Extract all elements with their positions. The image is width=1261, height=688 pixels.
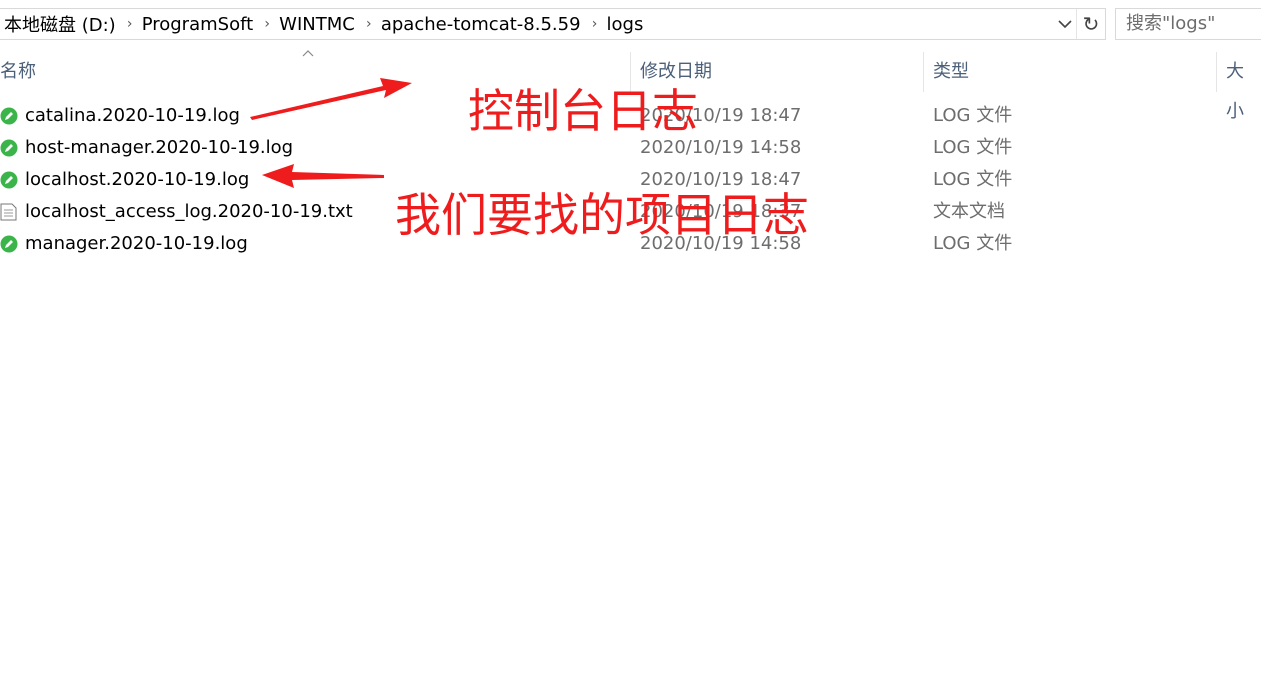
search-placeholder: 搜索"logs"	[1126, 13, 1216, 34]
file-type: LOG 文件	[933, 169, 1013, 190]
log-file-icon	[0, 107, 18, 125]
refresh-button[interactable]: ↻	[1076, 9, 1105, 39]
file-name: localhost.2020-10-19.log	[25, 169, 250, 190]
file-type: LOG 文件	[933, 105, 1013, 126]
log-file-icon	[0, 139, 18, 157]
file-name: catalina.2020-10-19.log	[25, 105, 240, 126]
sort-ascending-icon	[302, 50, 314, 57]
address-history-dropdown[interactable]	[1054, 9, 1076, 39]
address-bar[interactable]: 本地磁盘 (D:) › ProgramSoft › WINTMC › apach…	[0, 8, 1106, 40]
column-header-name[interactable]: 名称	[0, 52, 36, 92]
chevron-right-icon[interactable]: ›	[587, 16, 603, 32]
breadcrumb-drive[interactable]: 本地磁盘 (D:)	[4, 11, 122, 37]
file-type: LOG 文件	[933, 137, 1013, 158]
file-name: host-manager.2020-10-19.log	[25, 137, 294, 158]
file-type: LOG 文件	[933, 233, 1013, 254]
log-file-icon	[0, 171, 18, 189]
chevron-right-icon[interactable]: ›	[361, 16, 377, 32]
column-divider[interactable]	[1216, 52, 1217, 92]
chevron-right-icon[interactable]: ›	[259, 16, 275, 32]
log-file-icon	[0, 235, 18, 253]
annotation-project-log: 我们要找的项目日志	[395, 188, 809, 242]
breadcrumb: 本地磁盘 (D:) › ProgramSoft › WINTMC › apach…	[4, 9, 649, 39]
breadcrumb-logs[interactable]: logs	[607, 14, 650, 35]
file-name: manager.2020-10-19.log	[25, 233, 248, 254]
breadcrumb-wintmc[interactable]: WINTMC	[279, 14, 361, 35]
column-header-size[interactable]: 大小	[1226, 52, 1261, 122]
breadcrumb-tomcat[interactable]: apache-tomcat-8.5.59	[381, 14, 587, 35]
file-name: localhost_access_log.2020-10-19.txt	[25, 201, 353, 222]
breadcrumb-programsoft[interactable]: ProgramSoft	[142, 14, 259, 35]
chevron-right-icon[interactable]: ›	[122, 16, 138, 32]
text-file-icon	[0, 203, 17, 221]
chevron-down-icon	[1058, 20, 1072, 29]
column-header-type[interactable]: 类型	[933, 52, 969, 92]
annotation-console-log: 控制台日志	[468, 84, 698, 138]
column-divider[interactable]	[923, 52, 924, 92]
search-input[interactable]: 搜索"logs"	[1115, 8, 1261, 40]
file-type: 文本文档	[933, 201, 1005, 222]
refresh-icon: ↻	[1082, 12, 1100, 36]
